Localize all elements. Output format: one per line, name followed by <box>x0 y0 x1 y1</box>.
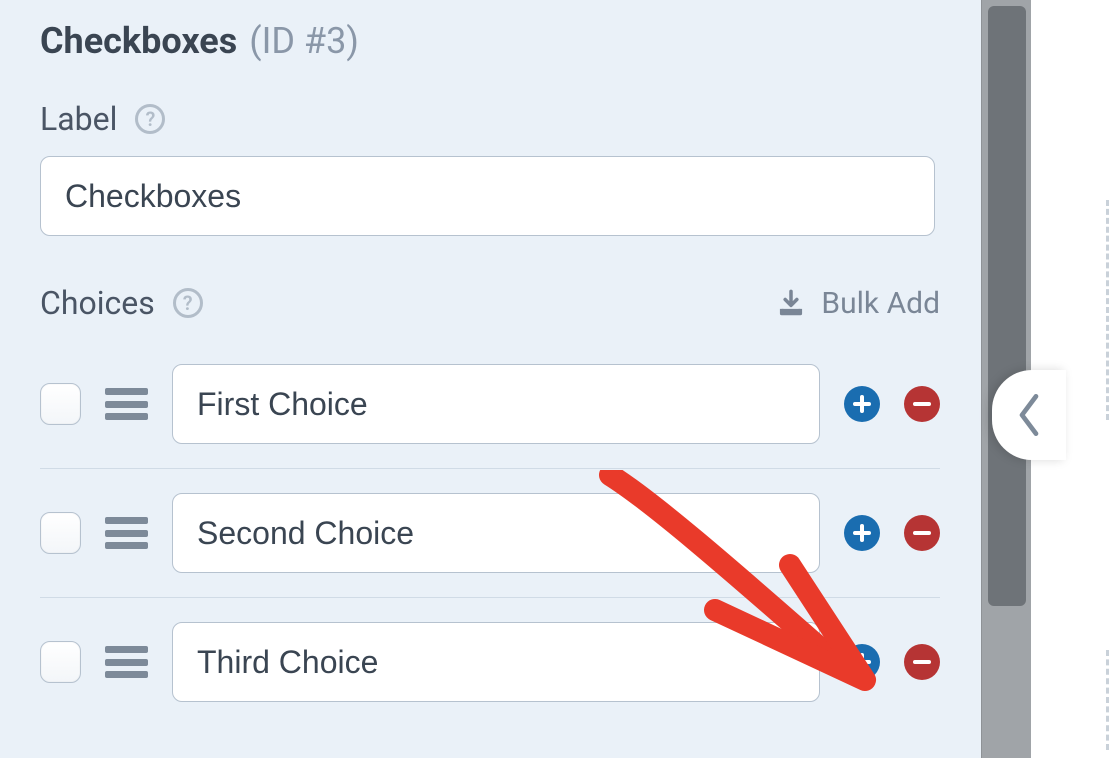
choice-default-checkbox[interactable] <box>40 641 81 683</box>
collapse-panel-button[interactable] <box>992 370 1066 460</box>
choice-label-input[interactable] <box>172 364 820 444</box>
choice-list <box>40 340 940 726</box>
choices-section-title: Choices <box>40 284 155 322</box>
drag-handle-icon[interactable] <box>105 646 148 678</box>
minus-icon <box>912 394 932 414</box>
label-section-header: Label ? <box>40 100 940 138</box>
plus-icon <box>852 394 872 414</box>
vertical-scrollbar-thumb[interactable] <box>988 6 1026 606</box>
download-icon <box>777 289 805 317</box>
label-input[interactable] <box>40 156 935 236</box>
choice-default-checkbox[interactable] <box>40 383 81 425</box>
choice-label-input[interactable] <box>172 493 820 573</box>
choice-default-checkbox[interactable] <box>40 512 81 554</box>
add-choice-button[interactable] <box>844 386 880 422</box>
drag-handle-icon[interactable] <box>105 388 148 420</box>
dashed-placeholder <box>1106 650 1114 750</box>
minus-icon <box>912 523 932 543</box>
minus-icon <box>912 652 932 672</box>
plus-icon <box>852 523 872 543</box>
choice-row <box>40 468 940 597</box>
field-settings-panel: Checkboxes (ID #3) Label ? Choices ? Bul… <box>0 0 980 758</box>
label-section-title: Label <box>40 100 117 138</box>
field-id-label: (ID #3) <box>249 20 359 62</box>
add-choice-button[interactable] <box>844 515 880 551</box>
remove-choice-button[interactable] <box>904 644 940 680</box>
remove-choice-button[interactable] <box>904 515 940 551</box>
chevron-left-icon <box>1015 394 1043 436</box>
bulk-add-label: Bulk Add <box>821 286 940 321</box>
remove-choice-button[interactable] <box>904 386 940 422</box>
choices-section-header: Choices ? Bulk Add <box>40 284 940 322</box>
help-icon[interactable]: ? <box>173 288 203 318</box>
add-choice-button[interactable] <box>844 644 880 680</box>
bulk-add-button[interactable]: Bulk Add <box>777 286 940 321</box>
choice-row <box>40 340 940 468</box>
field-type-title: Checkboxes <box>40 20 237 62</box>
choice-row <box>40 597 940 726</box>
help-icon[interactable]: ? <box>135 104 165 134</box>
field-header: Checkboxes (ID #3) <box>40 20 940 62</box>
drag-handle-icon[interactable] <box>105 517 148 549</box>
choice-label-input[interactable] <box>172 622 820 702</box>
plus-icon <box>852 652 872 672</box>
dashed-placeholder <box>1106 200 1114 420</box>
